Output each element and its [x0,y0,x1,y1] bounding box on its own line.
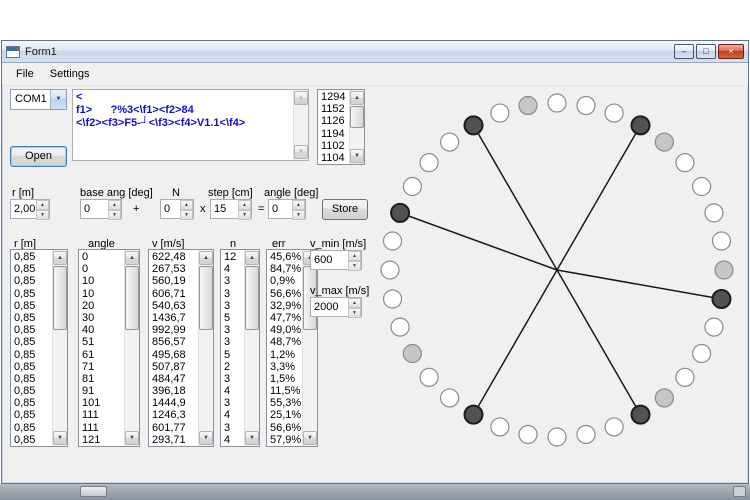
scroll-right-button[interactable] [733,486,746,497]
ring-dot[interactable] [491,104,509,122]
ring-dot[interactable] [712,232,730,250]
polar-plot [2,41,750,483]
ring-dot[interactable] [441,389,459,407]
ring-dot[interactable] [403,178,421,196]
ring-dot[interactable] [548,94,566,112]
ring-dot[interactable] [693,345,711,363]
ring-dot[interactable] [403,345,421,363]
spoke-line [400,213,557,270]
spoke-line [474,125,558,270]
ring-dot[interactable] [420,154,438,172]
ring-dot[interactable] [465,406,483,424]
ring-dot[interactable] [491,418,509,436]
bottom-scrollbar[interactable] [0,484,750,500]
ring-dot[interactable] [605,418,623,436]
ring-dot[interactable] [381,261,399,279]
spoke-line [557,270,641,415]
ring-dot[interactable] [465,116,483,134]
ring-dot[interactable] [519,425,537,443]
ring-dot[interactable] [632,406,650,424]
ring-dot[interactable] [676,368,694,386]
spoke-line [557,125,641,270]
ring-dot[interactable] [548,428,566,446]
ring-dot[interactable] [705,318,723,336]
ring-dot[interactable] [441,133,459,151]
spoke-line [474,270,558,415]
ring-dot[interactable] [605,104,623,122]
ring-dot[interactable] [655,133,673,151]
spoke-line [557,270,721,299]
desktop: Form1 – □ × File Settings COM1 ▼ <f1> ?%… [0,0,750,500]
ring-dot[interactable] [577,97,595,115]
ring-dot[interactable] [391,318,409,336]
ring-dot[interactable] [655,389,673,407]
ring-dot[interactable] [693,178,711,196]
ring-dot[interactable] [676,154,694,172]
ring-dot[interactable] [715,261,733,279]
form1-window: Form1 – □ × File Settings COM1 ▼ <f1> ?%… [1,40,749,484]
ring-dot[interactable] [632,116,650,134]
ring-dot[interactable] [384,232,402,250]
ring-dot[interactable] [519,97,537,115]
ring-dot[interactable] [577,425,595,443]
scrollbar-thumb[interactable] [80,486,107,497]
ring-dot[interactable] [391,204,409,222]
ring-dot[interactable] [712,290,730,308]
ring-dot[interactable] [384,290,402,308]
ring-dot[interactable] [420,368,438,386]
ring-dot[interactable] [705,204,723,222]
